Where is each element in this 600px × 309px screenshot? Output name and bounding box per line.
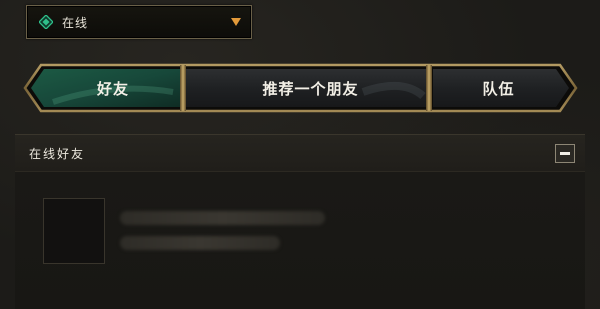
status-placeholder xyxy=(120,236,280,250)
friend-list xyxy=(15,172,585,309)
tab-party[interactable]: 队伍 xyxy=(432,62,565,114)
name-placeholder xyxy=(120,211,325,225)
chevron-down-icon xyxy=(231,18,241,26)
status-dropdown[interactable]: 在线 xyxy=(26,5,252,39)
tab-friends[interactable]: 好友 xyxy=(37,62,189,114)
minus-icon xyxy=(560,152,570,155)
tab-recommend-friend[interactable]: 推荐一个朋友 xyxy=(189,62,432,114)
friends-panel: 在线 好友 推荐一个朋友 队伍 在线好友 xyxy=(0,0,600,309)
online-status-icon xyxy=(38,14,54,30)
online-friends-header[interactable]: 在线好友 xyxy=(15,134,585,172)
section-title: 在线好友 xyxy=(29,146,86,161)
collapse-button[interactable] xyxy=(555,144,575,163)
avatar-placeholder xyxy=(43,198,105,264)
friends-tab-bar: 好友 推荐一个朋友 队伍 xyxy=(23,62,578,114)
status-label: 在线 xyxy=(62,15,89,30)
